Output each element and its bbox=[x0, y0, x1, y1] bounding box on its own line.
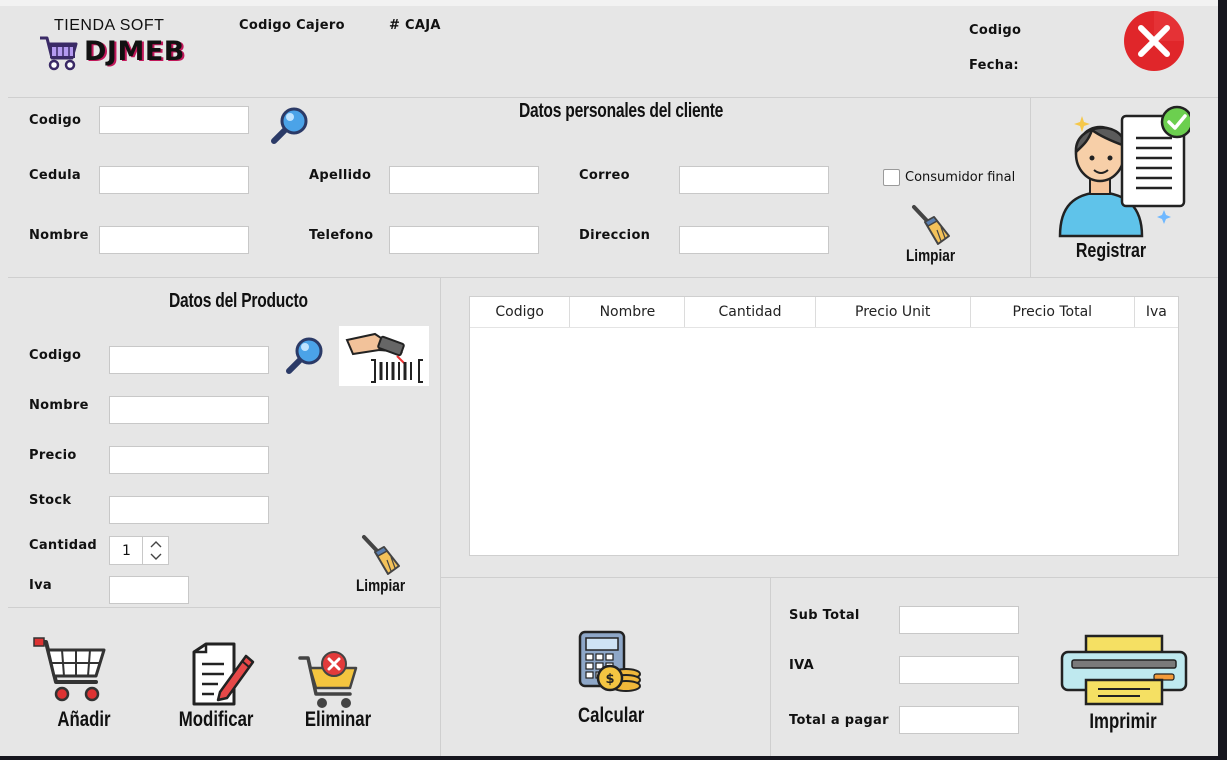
correo-label: Correo bbox=[579, 168, 630, 183]
cliente-divider bbox=[8, 277, 1218, 278]
producto-iva-label: Iva bbox=[29, 578, 52, 593]
table-bottom-divider bbox=[440, 577, 1218, 578]
cliente-search-button[interactable] bbox=[268, 106, 310, 146]
calcular-label: Calcular bbox=[578, 704, 645, 727]
column-header-precio-total[interactable]: Precio Total bbox=[970, 297, 1135, 328]
caja-label: # CAJA bbox=[389, 18, 441, 33]
iva-total-field[interactable] bbox=[899, 656, 1019, 684]
cart-remove-icon bbox=[298, 651, 358, 708]
brand-main-text: DJMEB bbox=[84, 36, 185, 67]
totals-divider bbox=[770, 577, 771, 756]
modificar-button[interactable]: Modificar bbox=[170, 642, 260, 736]
stock-label: Stock bbox=[29, 493, 72, 508]
cedula-input[interactable] bbox=[99, 166, 249, 194]
codigo-cajero-label: Codigo Cajero bbox=[239, 18, 345, 33]
cliente-codigo-label: Codigo bbox=[29, 113, 82, 128]
brand-top-text: TIENDA SOFT bbox=[54, 17, 165, 34]
telefono-input[interactable] bbox=[389, 226, 539, 254]
registrar-button[interactable]: Registrar bbox=[1052, 102, 1192, 268]
direccion-input[interactable] bbox=[679, 226, 829, 254]
register-client-icon bbox=[1058, 105, 1190, 238]
subtotal-label: Sub Total bbox=[789, 608, 860, 623]
cart-add-icon bbox=[33, 637, 106, 702]
barcode-scan-button[interactable] bbox=[339, 326, 429, 386]
header-codigo-label: Codigo bbox=[969, 23, 1022, 38]
cliente-limpiar-label: Limpiar bbox=[906, 246, 956, 265]
eliminar-button[interactable]: Eliminar bbox=[290, 650, 386, 736]
correo-input[interactable] bbox=[679, 166, 829, 194]
producto-nombre-input[interactable] bbox=[109, 396, 269, 424]
apellido-input[interactable] bbox=[389, 166, 539, 194]
calculator-icon: $ bbox=[578, 630, 641, 692]
producto-bottom-divider bbox=[8, 607, 440, 608]
imprimir-button[interactable]: Imprimir bbox=[1056, 634, 1196, 738]
search-icon bbox=[286, 337, 323, 374]
search-icon bbox=[271, 107, 308, 144]
header-divider bbox=[8, 97, 1218, 98]
svg-text:$: $ bbox=[605, 672, 614, 687]
fecha-label: Fecha: bbox=[969, 58, 1019, 73]
producto-codigo-input[interactable] bbox=[109, 346, 269, 374]
eliminar-label: Eliminar bbox=[304, 708, 372, 731]
anadir-button[interactable]: Añadir bbox=[30, 636, 140, 736]
producto-limpiar-label: Limpiar bbox=[356, 576, 406, 595]
close-button[interactable] bbox=[1123, 10, 1185, 72]
imprimir-label: Imprimir bbox=[1089, 710, 1157, 733]
registrar-divider bbox=[1030, 97, 1031, 277]
desktop-edge-bottom bbox=[0, 756, 1227, 760]
total-pagar-field[interactable] bbox=[899, 706, 1019, 734]
cedula-label: Cedula bbox=[29, 168, 81, 183]
direccion-label: Direccion bbox=[579, 228, 651, 243]
column-header-nombre[interactable]: Nombre bbox=[569, 297, 686, 328]
producto-iva-input[interactable] bbox=[109, 576, 189, 604]
producto-divider bbox=[440, 277, 441, 756]
producto-nombre-label: Nombre bbox=[29, 398, 89, 413]
close-icon bbox=[1124, 11, 1184, 71]
producto-limpiar-button[interactable]: Limpiar bbox=[350, 534, 410, 598]
column-header-codigo[interactable]: Codigo bbox=[470, 297, 571, 328]
consumidor-final-checkbox[interactable] bbox=[883, 169, 900, 186]
cliente-section-title: Datos personales del cliente bbox=[519, 100, 724, 122]
cantidad-label: Cantidad bbox=[29, 538, 98, 553]
producto-codigo-label: Codigo bbox=[29, 348, 82, 363]
app-window: TIENDA SOFT DJMEB Codigo Cajero # CAJA C… bbox=[0, 0, 1218, 756]
registrar-label: Registrar bbox=[1075, 240, 1147, 262]
anadir-label: Añadir bbox=[57, 708, 111, 731]
producto-section-title: Datos del Producto bbox=[169, 290, 308, 312]
subtotal-field[interactable] bbox=[899, 606, 1019, 634]
iva-total-label: IVA bbox=[789, 658, 814, 673]
broom-icon bbox=[362, 535, 400, 575]
edit-document-icon bbox=[192, 642, 255, 706]
printer-icon bbox=[1060, 634, 1188, 706]
barcode-scanner-icon bbox=[345, 332, 423, 383]
total-pagar-label: Total a pagar bbox=[789, 713, 889, 728]
nombre-label: Nombre bbox=[29, 228, 89, 243]
column-header-cantidad[interactable]: Cantidad bbox=[684, 297, 816, 328]
stepper-arrows-icon bbox=[150, 541, 162, 560]
window-top-strip bbox=[0, 0, 1218, 6]
product-table[interactable]: Codigo Nombre Cantidad Precio Unit Preci… bbox=[469, 296, 1179, 556]
broom-icon bbox=[912, 205, 950, 245]
column-header-precio-unit[interactable]: Precio Unit bbox=[815, 297, 971, 328]
cantidad-value: 1 bbox=[122, 543, 131, 559]
precio-input[interactable] bbox=[109, 446, 269, 474]
consumidor-final-label: Consumidor final bbox=[905, 170, 1016, 185]
product-table-grid: Codigo Nombre Cantidad Precio Unit Preci… bbox=[470, 297, 1178, 328]
cantidad-stepper-arrows[interactable] bbox=[142, 537, 169, 564]
calcular-button[interactable]: $ Calcular bbox=[570, 630, 654, 730]
column-header-iva[interactable]: Iva bbox=[1134, 297, 1178, 328]
cart-logo-icon bbox=[38, 34, 80, 72]
precio-label: Precio bbox=[29, 448, 77, 463]
apellido-label: Apellido bbox=[309, 168, 372, 183]
table-header-row: Codigo Nombre Cantidad Precio Unit Preci… bbox=[470, 297, 1178, 328]
cantidad-stepper[interactable]: 1 bbox=[109, 536, 169, 565]
producto-search-button[interactable] bbox=[283, 336, 325, 376]
cliente-limpiar-button[interactable]: Limpiar bbox=[900, 204, 960, 268]
telefono-label: Telefono bbox=[309, 228, 374, 243]
modificar-label: Modificar bbox=[178, 708, 254, 731]
cliente-codigo-input[interactable] bbox=[99, 106, 249, 134]
stock-input[interactable] bbox=[109, 496, 269, 524]
nombre-input[interactable] bbox=[99, 226, 249, 254]
desktop-edge-right bbox=[1218, 0, 1227, 760]
